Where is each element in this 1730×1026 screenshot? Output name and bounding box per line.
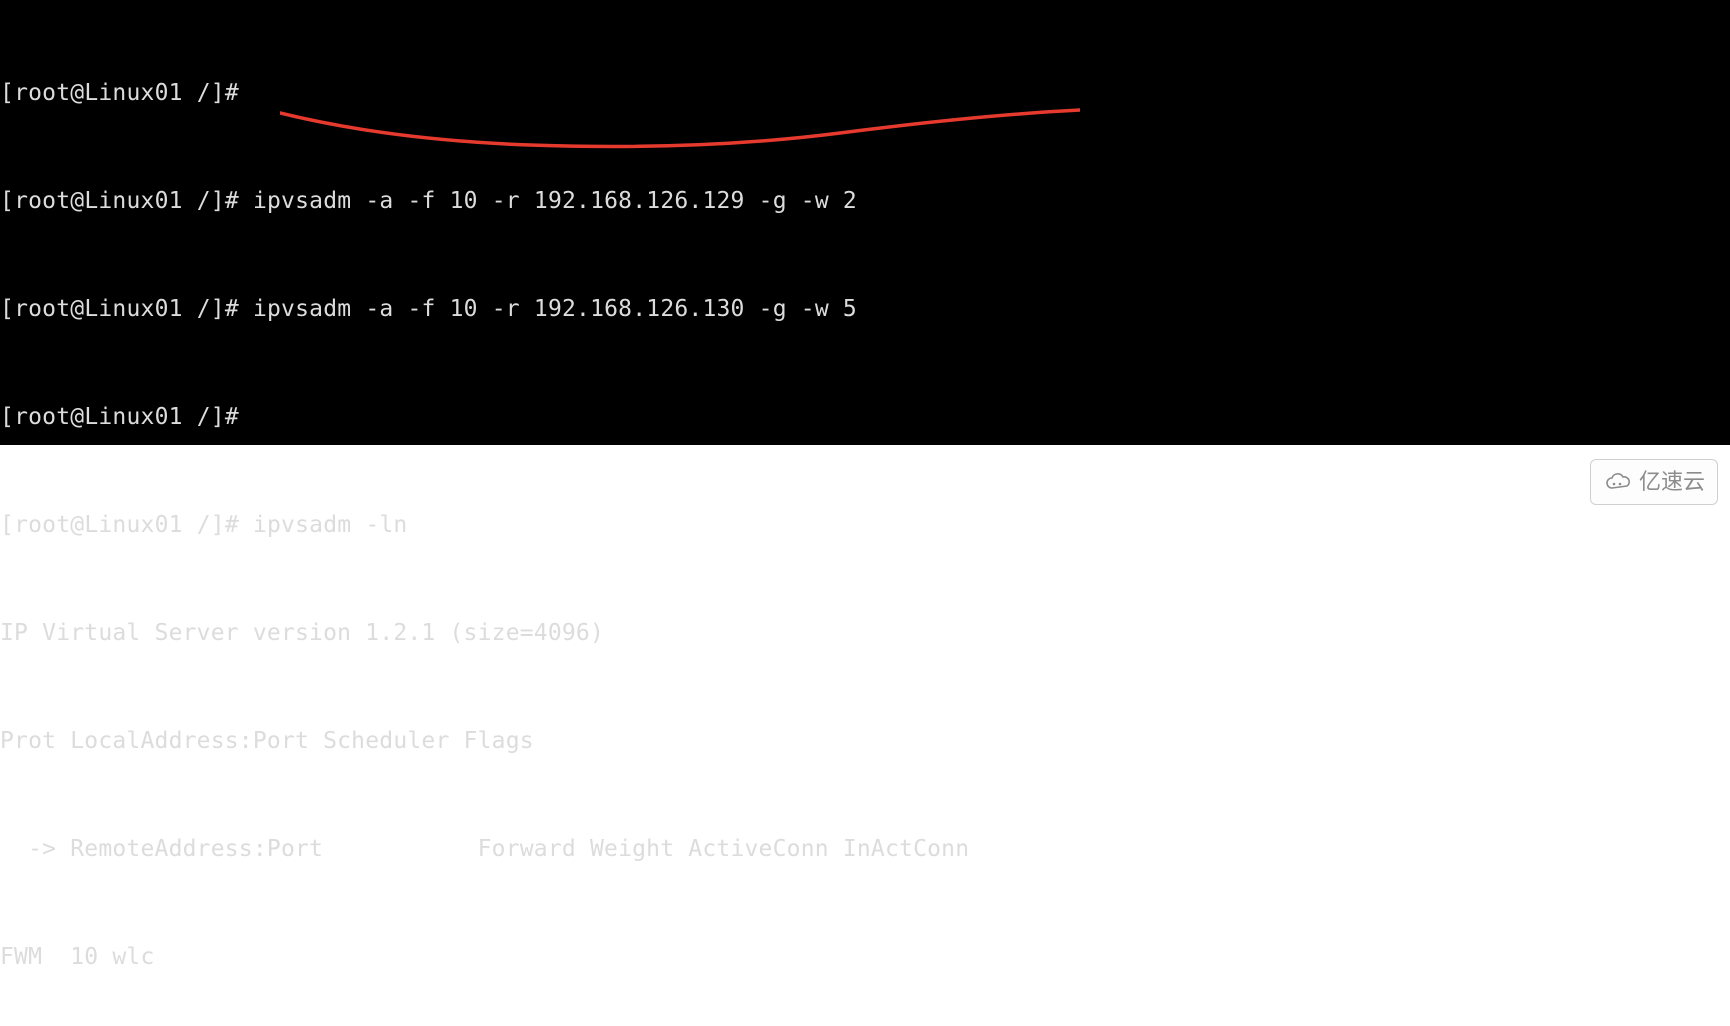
prompt-close: ]# (211, 296, 239, 322)
command-text: ipvsadm -a -f 10 -r 192.168.126.129 -g -… (239, 188, 857, 214)
terminal-line: [root@Linux01 /]# ipvsadm -a -f 10 -r 19… (0, 291, 1730, 327)
watermark: 亿速云 (1590, 459, 1718, 505)
output-line: FWM 10 wlc (0, 939, 1730, 975)
prompt-dir: / (197, 512, 211, 538)
prompt-host: Linux01 (84, 188, 182, 214)
prompt-host: Linux01 (84, 80, 182, 106)
command-text (239, 404, 253, 430)
output-line: IP Virtual Server version 1.2.1 (size=40… (0, 615, 1730, 651)
prompt-open: [ (0, 296, 14, 322)
prompt-dir: / (197, 188, 211, 214)
output-line: -> RemoteAddress:Port Forward Weight Act… (0, 831, 1730, 867)
terminal-window[interactable]: [root@Linux01 /]# [root@Linux01 /]# ipvs… (0, 0, 1730, 445)
prompt-at: @ (70, 512, 84, 538)
prompt-open: [ (0, 80, 14, 106)
prompt-close: ]# (211, 404, 239, 430)
prompt-close: ]# (211, 188, 239, 214)
prompt-user: root (14, 188, 70, 214)
watermark-text: 亿速云 (1639, 464, 1705, 500)
command-text: ipvsadm -ln (239, 512, 408, 538)
prompt-at: @ (70, 188, 84, 214)
prompt-user: root (14, 512, 70, 538)
prompt-at: @ (70, 80, 84, 106)
prompt-dir: / (197, 404, 211, 430)
prompt-open: [ (0, 512, 14, 538)
prompt-user: root (14, 404, 70, 430)
prompt-host: Linux01 (84, 404, 182, 430)
output-line: Prot LocalAddress:Port Scheduler Flags (0, 723, 1730, 759)
prompt-dir: / (197, 80, 211, 106)
prompt-open: [ (0, 188, 14, 214)
prompt-space (183, 404, 197, 430)
terminal-line: [root@Linux01 /]# ipvsadm -ln (0, 507, 1730, 543)
terminal-line: [root@Linux01 /]# (0, 399, 1730, 435)
prompt-at: @ (70, 404, 84, 430)
prompt-space (183, 80, 197, 106)
prompt-open: [ (0, 404, 14, 430)
prompt-space (183, 188, 197, 214)
prompt-at: @ (70, 296, 84, 322)
prompt-user: root (14, 296, 70, 322)
prompt-user: root (14, 80, 70, 106)
prompt-space (183, 296, 197, 322)
prompt-close: ]# (211, 80, 239, 106)
cloud-icon (1603, 472, 1633, 492)
terminal-line: [root@Linux01 /]# ipvsadm -a -f 10 -r 19… (0, 183, 1730, 219)
command-text (239, 80, 253, 106)
prompt-host: Linux01 (84, 296, 182, 322)
prompt-space (183, 512, 197, 538)
prompt-close: ]# (211, 512, 239, 538)
prompt-host: Linux01 (84, 512, 182, 538)
terminal-line: [root@Linux01 /]# (0, 75, 1730, 111)
prompt-dir: / (197, 296, 211, 322)
command-text: ipvsadm -a -f 10 -r 192.168.126.130 -g -… (239, 296, 857, 322)
